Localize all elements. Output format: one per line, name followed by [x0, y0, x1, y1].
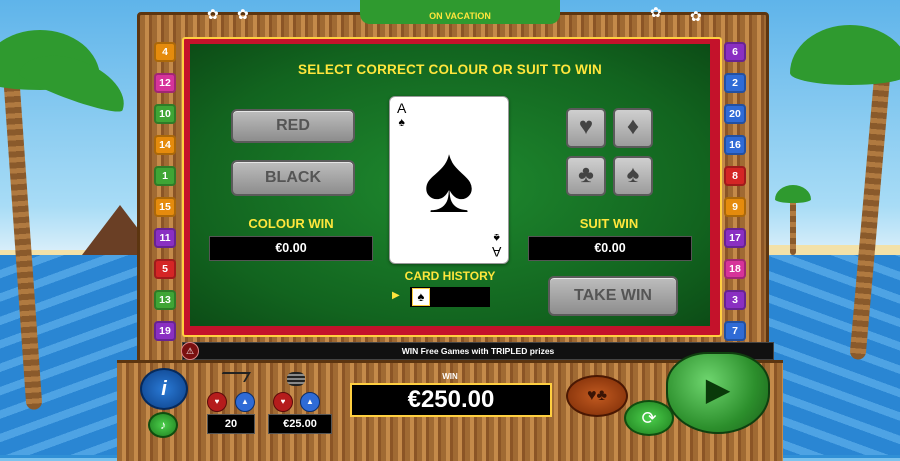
red-button[interactable]: RED	[231, 109, 355, 143]
payline-left-5: 5	[154, 259, 176, 279]
logo-subtitle: ON VACATION	[429, 11, 491, 21]
gamble-title: SELECT CORRECT COLOUR OR SUIT TO WIN	[298, 62, 602, 77]
payline-left-11: 11	[154, 228, 176, 248]
flower-decoration: ✿	[237, 6, 249, 22]
bet-value: €25.00	[268, 414, 332, 434]
payline-right-16: 16	[724, 135, 746, 155]
payline-left-1: 1	[154, 166, 176, 186]
payline-left-15: 15	[154, 197, 176, 217]
colour-win-label: COLOUR WIN	[248, 216, 334, 231]
history-card: ♠	[412, 288, 430, 306]
sound-icon: ♪	[160, 418, 166, 432]
sound-button[interactable]: ♪	[148, 412, 178, 438]
info-button[interactable]: i	[140, 368, 188, 410]
card-rank: A	[397, 100, 407, 116]
playing-card: A ♠ ♠ A ♠	[389, 96, 509, 264]
gamble-button[interactable]: ♥♣	[566, 375, 628, 417]
spin-button[interactable]: ▶	[666, 352, 770, 434]
lines-value: 20	[207, 414, 255, 434]
payline-right-7: 7	[724, 321, 746, 341]
hearts-button[interactable]: ♥	[566, 108, 606, 148]
suit-win-label: SUIT WIN	[579, 216, 639, 231]
win-value: €250.00	[350, 383, 552, 417]
spade-icon: ♠	[423, 126, 475, 233]
payline-right-18: 18	[724, 259, 746, 279]
card-rank-bottom: A ♠	[491, 231, 501, 260]
payline-right-9: 9	[724, 197, 746, 217]
play-icon: ▶	[705, 371, 731, 407]
payline-left-13: 13	[154, 290, 176, 310]
payline-left-10: 10	[154, 104, 176, 124]
take-win-button[interactable]: TAKE WIN	[548, 276, 678, 316]
card-history-label: CARD HISTORY	[404, 269, 496, 283]
payline-right-20: 20	[724, 104, 746, 124]
payline-right-2: 2	[724, 73, 746, 93]
payline-right-8: 8	[724, 166, 746, 186]
info-icon[interactable]: ⚠	[181, 342, 199, 360]
payline-left-14: 14	[154, 135, 176, 155]
card-history-strip: ♠	[410, 287, 490, 307]
black-button[interactable]: BLACK	[231, 160, 355, 196]
flower-decoration: ✿	[650, 4, 662, 20]
history-arrow-icon: ▶	[392, 290, 400, 301]
info-glyph: i	[161, 378, 167, 400]
clubs-button[interactable]: ♣	[566, 156, 606, 196]
payline-left-4: 4	[154, 42, 176, 62]
flower-decoration: ✿	[690, 8, 702, 24]
diamonds-button[interactable]: ♦	[613, 108, 653, 148]
card-suit-small-bottom: ♠	[493, 231, 500, 245]
payline-left-19: 19	[154, 321, 176, 341]
card-rank-bottom-text: A	[491, 244, 501, 260]
lines-minus-button[interactable]: ♥	[207, 392, 227, 412]
lines-plus-button[interactable]: ▲	[235, 392, 255, 412]
payline-right-6: 6	[724, 42, 746, 62]
suit-win-value: €0.00	[528, 236, 692, 261]
spades-button[interactable]: ♠	[613, 156, 653, 196]
colour-win-value: €0.00	[209, 236, 373, 261]
coins-icon	[287, 372, 305, 386]
logo: ON VACATION	[360, 0, 560, 24]
payline-right-3: 3	[724, 290, 746, 310]
autoplay-icon: ⟳	[641, 408, 657, 428]
flower-decoration: ✿	[207, 6, 219, 22]
gamble-suits-icon: ♥♣	[587, 387, 607, 404]
bet-minus-button[interactable]: ♥	[273, 392, 293, 412]
payline-right-17: 17	[724, 228, 746, 248]
autoplay-button[interactable]: ⟳	[624, 400, 674, 436]
win-label: WIN	[442, 372, 458, 381]
bet-plus-button[interactable]: ▲	[300, 392, 320, 412]
palm-tree-small	[790, 195, 796, 255]
payline-left-12: 12	[154, 73, 176, 93]
lines-icon	[217, 372, 251, 382]
